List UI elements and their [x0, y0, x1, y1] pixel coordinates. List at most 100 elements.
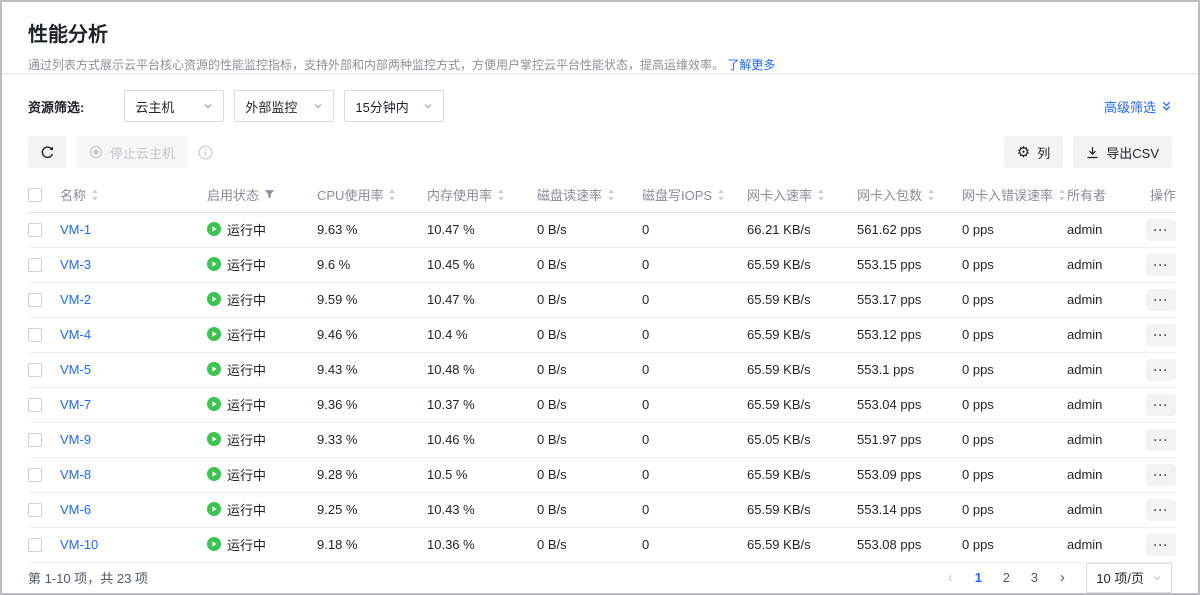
column-label: 磁盘读速率 — [537, 185, 602, 204]
monitor-type-select[interactable]: 外部监控 — [234, 90, 334, 122]
column-header-disk_read: 磁盘读速率 — [537, 178, 642, 212]
disk-read-cell: 0 B/s — [537, 457, 642, 492]
filter-row: 资源筛选: 云主机 外部监控 15分钟内 高级筛选 — [2, 74, 1198, 122]
status-cell: 运行中 — [207, 282, 317, 317]
cpu-cell: 9.18 % — [317, 527, 427, 562]
ellipsis-icon: ··· — [1154, 258, 1169, 272]
row-checkbox[interactable] — [28, 328, 42, 342]
page-number-2[interactable]: 2 — [994, 565, 1018, 591]
export-csv-label: 导出CSV — [1106, 143, 1159, 162]
row-actions-button[interactable]: ··· — [1146, 464, 1176, 486]
select-all-checkbox[interactable] — [28, 188, 42, 202]
row-actions-button[interactable]: ··· — [1146, 254, 1176, 276]
status-label: 运行中 — [227, 535, 266, 554]
vm-name-link[interactable]: VM-1 — [60, 222, 91, 237]
row-checkbox[interactable] — [28, 293, 42, 307]
column-header-net_in_pkts-inner[interactable]: 网卡入包数 — [857, 185, 935, 204]
column-header-mem-inner[interactable]: 内存使用率 — [427, 185, 505, 204]
cpu-cell: 9.59 % — [317, 282, 427, 317]
row-actions-button[interactable]: ··· — [1146, 219, 1176, 241]
row-checkbox[interactable] — [28, 398, 42, 412]
column-label: 磁盘写IOPS — [642, 185, 712, 204]
vm-name-link[interactable]: VM-6 — [60, 502, 91, 517]
mem-cell: 10.43 % — [427, 492, 537, 527]
net-in-pkts-cell: 553.09 pps — [857, 457, 962, 492]
row-checkbox[interactable] — [28, 538, 42, 552]
row-actions-button[interactable]: ··· — [1146, 429, 1176, 451]
performance-analysis-page: 性能分析 通过列表方式展示云平台核心资源的性能监控指标，支持外部和内部两种监控方… — [0, 0, 1200, 595]
stop-vm-button[interactable]: 停止云主机 — [76, 136, 188, 168]
page-number-1[interactable]: 1 — [966, 565, 990, 591]
vm-name-link[interactable]: VM-7 — [60, 397, 91, 412]
row-actions-button[interactable]: ··· — [1146, 359, 1176, 381]
vm-name-link[interactable]: VM-2 — [60, 292, 91, 307]
vm-name-link[interactable]: VM-10 — [60, 537, 98, 552]
column-header-cpu-inner[interactable]: CPU使用率 — [317, 185, 396, 204]
column-header-status-inner[interactable]: 启用状态 — [207, 185, 275, 204]
actions-cell: ··· — [1142, 422, 1176, 457]
vm-name-link[interactable]: VM-4 — [60, 327, 91, 342]
gear-icon: ⚙ — [1017, 145, 1030, 160]
column-header-disk_write_iops-inner[interactable]: 磁盘写IOPS — [642, 185, 725, 204]
row-checkbox[interactable] — [28, 468, 42, 482]
net-in-cell: 65.05 KB/s — [747, 422, 857, 457]
column-header-net_in-inner[interactable]: 网卡入速率 — [747, 185, 825, 204]
prev-page-chevron-icon[interactable]: ‹ — [938, 565, 962, 591]
vm-name-link[interactable]: VM-8 — [60, 467, 91, 482]
column-header-name: 名称 — [60, 178, 207, 212]
play-circle-status-icon — [207, 467, 221, 481]
learn-more-link[interactable]: 了解更多 — [727, 58, 775, 72]
row-actions-button[interactable]: ··· — [1146, 394, 1176, 416]
chevron-down-icon — [1152, 573, 1162, 583]
column-header-net_in_err-inner[interactable]: 网卡入错误速率 — [962, 185, 1066, 204]
cpu-cell: 9.36 % — [317, 387, 427, 422]
row-select-cell — [28, 212, 60, 247]
net-in-pkts-cell: 553.04 pps — [857, 387, 962, 422]
row-checkbox[interactable] — [28, 503, 42, 517]
resource-type-select[interactable]: 云主机 — [124, 90, 224, 122]
status-label: 运行中 — [227, 255, 266, 274]
row-select-cell — [28, 457, 60, 492]
page-title: 性能分析 — [28, 18, 1172, 47]
status-cell: 运行中 — [207, 387, 317, 422]
row-select-cell — [28, 492, 60, 527]
row-select-cell — [28, 352, 60, 387]
time-range-select[interactable]: 15分钟内 — [344, 90, 444, 122]
row-actions-button[interactable]: ··· — [1146, 534, 1176, 556]
row-checkbox[interactable] — [28, 433, 42, 447]
row-checkbox[interactable] — [28, 258, 42, 272]
page-number-3[interactable]: 3 — [1022, 565, 1046, 591]
net-in-cell: 65.59 KB/s — [747, 492, 857, 527]
disk-write-iops-cell: 0 — [642, 422, 747, 457]
status-label: 运行中 — [227, 360, 266, 379]
column-header-owner-inner: 所有者 — [1067, 185, 1106, 204]
row-checkbox[interactable] — [28, 223, 42, 237]
cpu-cell: 9.6 % — [317, 247, 427, 282]
mem-cell: 10.37 % — [427, 387, 537, 422]
row-checkbox[interactable] — [28, 363, 42, 377]
vm-name-link[interactable]: VM-9 — [60, 432, 91, 447]
net-in-pkts-cell: 553.1 pps — [857, 352, 962, 387]
vm-name-link[interactable]: VM-5 — [60, 362, 91, 377]
resource-type-value: 云主机 — [135, 97, 174, 116]
row-actions-button[interactable]: ··· — [1146, 324, 1176, 346]
refresh-button[interactable] — [28, 136, 66, 168]
sort-icon — [1058, 189, 1066, 201]
columns-label: 列 — [1037, 143, 1050, 162]
column-header-status: 启用状态 — [207, 178, 317, 212]
next-page-chevron-icon[interactable]: › — [1050, 565, 1074, 591]
pagination: ‹ 123 › 10 项/页 — [938, 563, 1172, 593]
page-size-select[interactable]: 10 项/页 — [1086, 563, 1172, 593]
ellipsis-icon: ··· — [1154, 468, 1169, 482]
disk-write-iops-cell: 0 — [642, 527, 747, 562]
export-csv-button[interactable]: 导出CSV — [1073, 136, 1172, 168]
column-header-name-inner[interactable]: 名称 — [60, 185, 99, 204]
column-header-disk_read-inner[interactable]: 磁盘读速率 — [537, 185, 615, 204]
info-circle-icon[interactable] — [198, 145, 213, 160]
row-actions-button[interactable]: ··· — [1146, 499, 1176, 521]
sort-icon — [927, 189, 935, 201]
columns-button[interactable]: ⚙ 列 — [1004, 136, 1063, 168]
row-actions-button[interactable]: ··· — [1146, 289, 1176, 311]
vm-name-link[interactable]: VM-3 — [60, 257, 91, 272]
advanced-filter-link[interactable]: 高级筛选 — [1104, 97, 1172, 116]
